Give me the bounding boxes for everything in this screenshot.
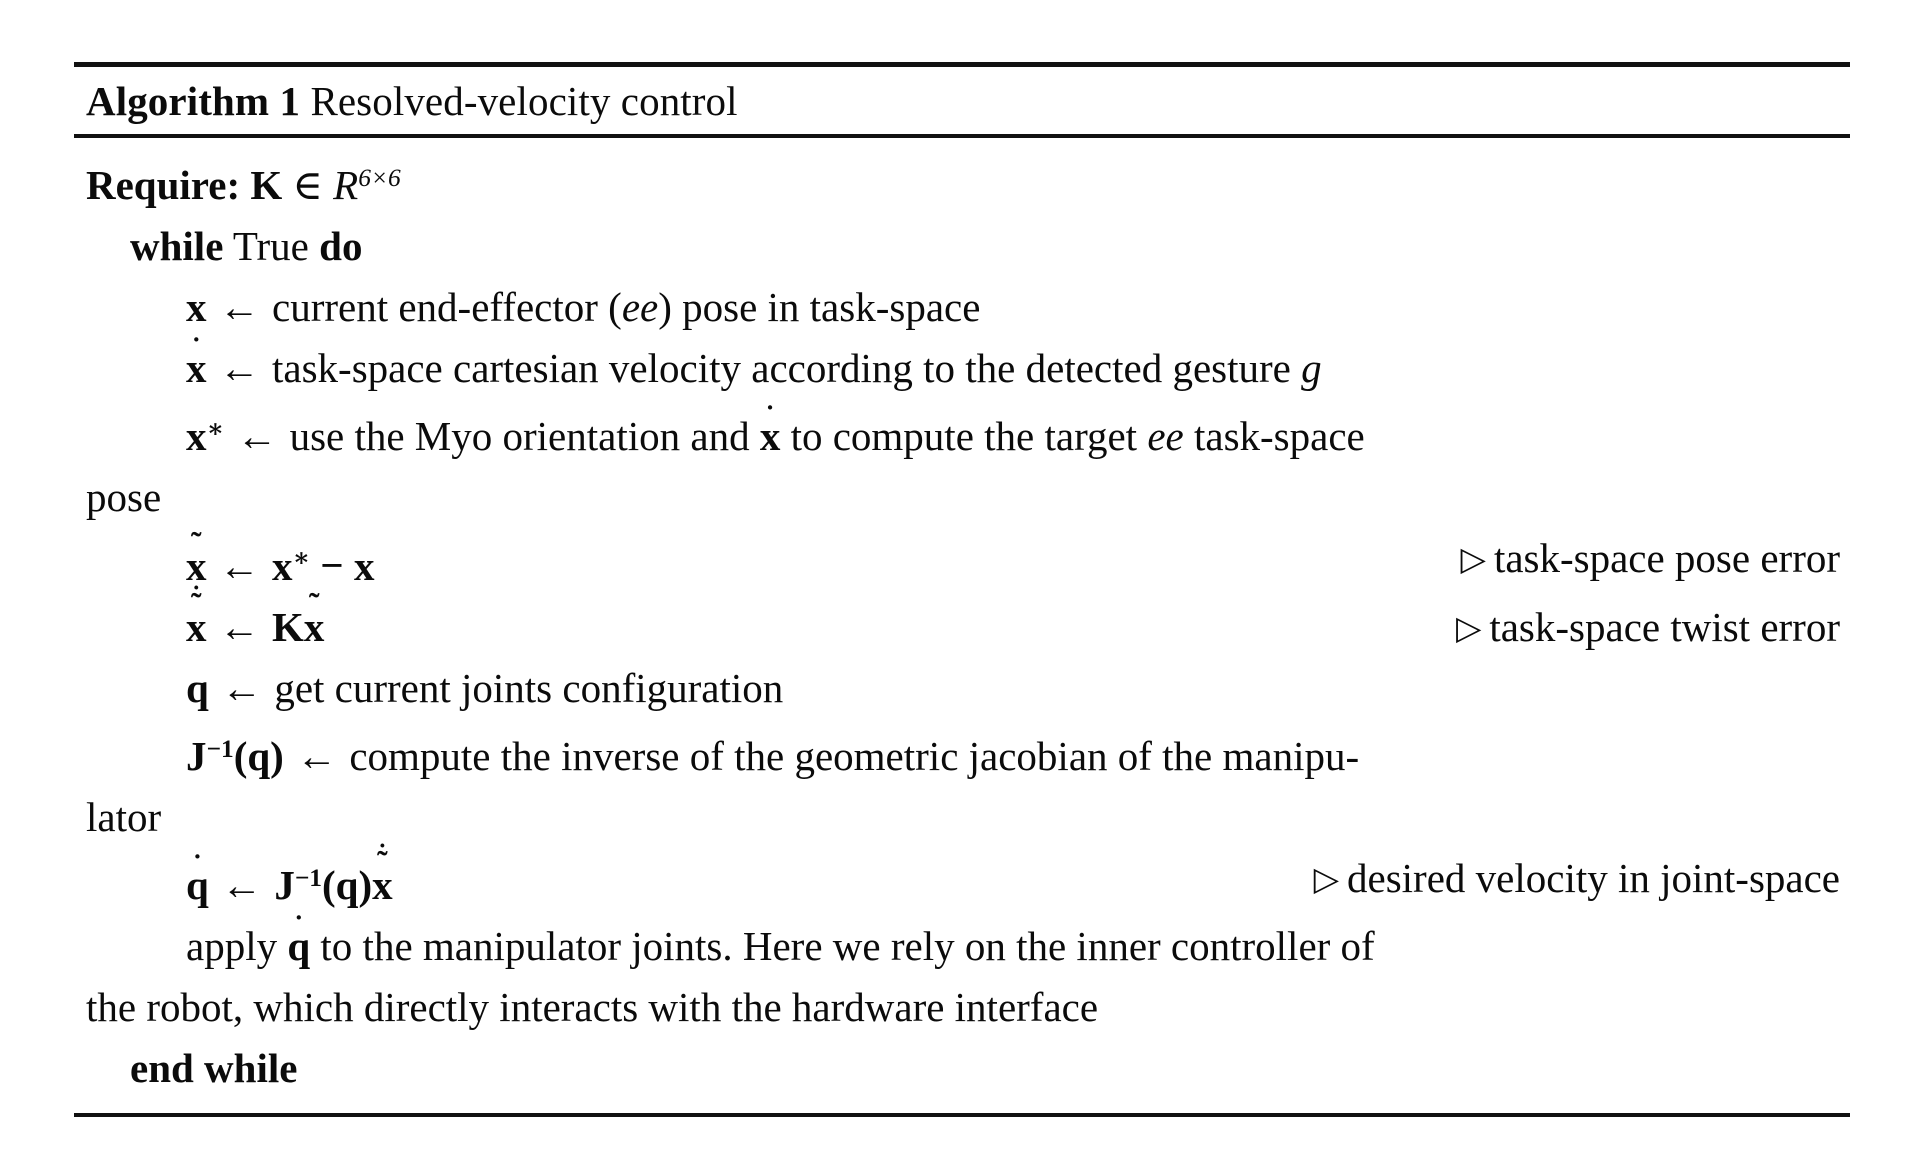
target-pose-symbol: x <box>186 413 207 460</box>
jacobian-symbol: J <box>186 732 207 779</box>
require-keyword: Require: <box>86 162 241 209</box>
assign-arrow-icon: ← <box>236 413 278 460</box>
pose-error-symbol: ˜ x <box>186 525 207 589</box>
joint-velocity-symbol: ˙ q <box>287 909 311 970</box>
step-apply-velocity-wrap: the robot, which directly interacts with… <box>86 977 1846 1038</box>
gain-matrix-symbol: K <box>250 162 283 209</box>
comment-text: desired velocity in joint-space <box>1347 854 1840 901</box>
paren-open: ( <box>608 284 622 331</box>
step-current-pose: x ← current end-effector (ee) pose in ta… <box>86 277 1846 338</box>
joint-velocity-symbol: ˙ q <box>186 848 209 909</box>
jacobian-argument: ( <box>322 862 336 909</box>
step-text: task-space cartesian velocity according … <box>272 345 1291 392</box>
velocity-symbol: ˙ x <box>759 400 781 460</box>
step-twist-error: ˙ ˜ x ← K ˜ x ▷ task-space twist error <box>86 581 1846 660</box>
comment-text: task-space twist error <box>1489 603 1840 650</box>
wrapped-word: lator <box>86 793 162 840</box>
assign-arrow-icon: ← <box>218 284 260 331</box>
algorithm-title-text: Resolved-velocity control <box>310 78 738 124</box>
step-text: get current joints configuration <box>274 664 784 711</box>
step-text: compute the inverse of the geometric jac… <box>349 732 1360 779</box>
step-target-pose: x∗ ← use the Myo orientation and ˙ x to c… <box>86 399 1846 467</box>
algorithm-title-line: Algorithm 1 Resolved-velocity control <box>74 67 1850 134</box>
joint-config-symbol: q <box>335 862 359 909</box>
star-superscript: ∗ <box>206 415 225 444</box>
while-keyword: while <box>130 223 224 270</box>
step-text: current end-effector <box>272 284 598 331</box>
assign-arrow-icon: ← <box>218 345 260 392</box>
jacobian-argument-close: ) <box>270 732 284 779</box>
end-while-keyword: end while <box>130 1045 298 1092</box>
while-condition: True <box>232 223 309 270</box>
element-of-icon: ∈ <box>292 162 323 209</box>
assign-arrow-icon: ← <box>296 732 338 779</box>
step-inverse-jacobian: J−1(q) ← compute the inverse of the geom… <box>86 719 1846 787</box>
ee-abbrev: ee <box>1147 413 1184 460</box>
comment-joint-velocity: ▷ desired velocity in joint-space <box>1314 848 1840 911</box>
comment-triangle-icon: ▷ <box>1460 542 1486 579</box>
step-pose-error: ˜ x ← x∗ − x ▷ task-space pose error <box>86 525 1846 596</box>
gesture-symbol: g <box>1301 345 1322 392</box>
algorithm-number: 1 <box>279 78 301 124</box>
real-space-exponent: 6×6 <box>358 164 401 192</box>
real-space-symbol: R <box>333 162 359 209</box>
wrapped-word: pose <box>86 474 162 521</box>
minus-operator: − <box>320 542 344 589</box>
step-text-tail: task-space <box>1193 413 1365 460</box>
do-keyword: do <box>319 223 363 270</box>
velocity-symbol: ˙ x <box>186 331 207 392</box>
assign-arrow-icon: ← <box>218 542 260 589</box>
algorithm-bottom-rule <box>74 1113 1850 1118</box>
star-superscript: ∗ <box>292 544 311 573</box>
algorithm-block: Algorithm 1 Resolved-velocity control Re… <box>74 62 1850 1118</box>
end-while-line: end while <box>86 1038 1846 1099</box>
algorithm-label: Algorithm <box>86 78 270 124</box>
pose-error-symbol: ˜ x <box>303 586 325 650</box>
algorithm-page: Algorithm 1 Resolved-velocity control Re… <box>0 0 1920 1176</box>
step-task-velocity: ˙ x ← task-space cartesian velocity accor… <box>86 331 1846 399</box>
step-text-mid: to compute the target <box>790 413 1138 460</box>
assign-arrow-icon: ← <box>221 862 263 909</box>
require-line: Require: K ∈ R6×6 <box>86 148 1846 216</box>
apply-word: apply <box>186 923 278 970</box>
comment-triangle-icon: ▷ <box>1455 610 1482 647</box>
pose-symbol: x <box>353 542 375 589</box>
wrapped-text: the robot, which directly interacts with… <box>86 984 1099 1031</box>
gain-matrix-symbol: K <box>272 603 304 650</box>
joint-config-symbol: q <box>247 732 271 779</box>
comment-text: task-space pose error <box>1493 535 1840 582</box>
inverse-exponent: −1 <box>294 863 322 892</box>
pose-symbol: x <box>186 284 207 331</box>
target-pose-symbol: x <box>272 542 293 589</box>
jacobian-argument-close: ) <box>358 862 373 909</box>
jacobian-symbol: J <box>274 862 295 909</box>
assign-arrow-icon: ← <box>218 603 260 650</box>
jacobian-argument: ( <box>233 732 248 779</box>
comment-pose-error: ▷ task-space pose error <box>1461 528 1840 591</box>
step-text-tail: pose in task-space <box>682 284 981 331</box>
paren-close: ) <box>658 284 672 331</box>
step-text: use the Myo orientation and <box>289 413 750 460</box>
step-inverse-jacobian-wrap: lator <box>86 787 1846 848</box>
algorithm-body: Require: K ∈ R6×6 while True do x ← curr… <box>74 138 1850 1113</box>
step-apply-velocity: apply ˙ q to the manipulator joints. Here… <box>86 909 1846 977</box>
ee-abbrev: ee <box>621 284 659 331</box>
assign-arrow-icon: ← <box>221 664 263 711</box>
while-line: while True do <box>86 216 1846 277</box>
comment-triangle-icon: ▷ <box>1313 861 1340 898</box>
step-joint-velocity: ˙ q ← J−1(q) ˙ ˜ x ▷ desired velocity in join… <box>86 839 1846 916</box>
comment-twist-error: ▷ task-space twist error <box>1456 597 1840 660</box>
joint-config-symbol: q <box>186 664 209 711</box>
step-get-joints: q ← get current joints configuration <box>86 658 1846 719</box>
step-target-pose-wrap: pose <box>86 467 1846 528</box>
twist-error-symbol: ˙ ˜ x <box>186 581 207 650</box>
step-text: to the manipulator joints. Here we rely … <box>320 923 1375 970</box>
twist-error-symbol: ˙ ˜ x <box>372 839 393 909</box>
inverse-exponent: −1 <box>206 734 234 763</box>
